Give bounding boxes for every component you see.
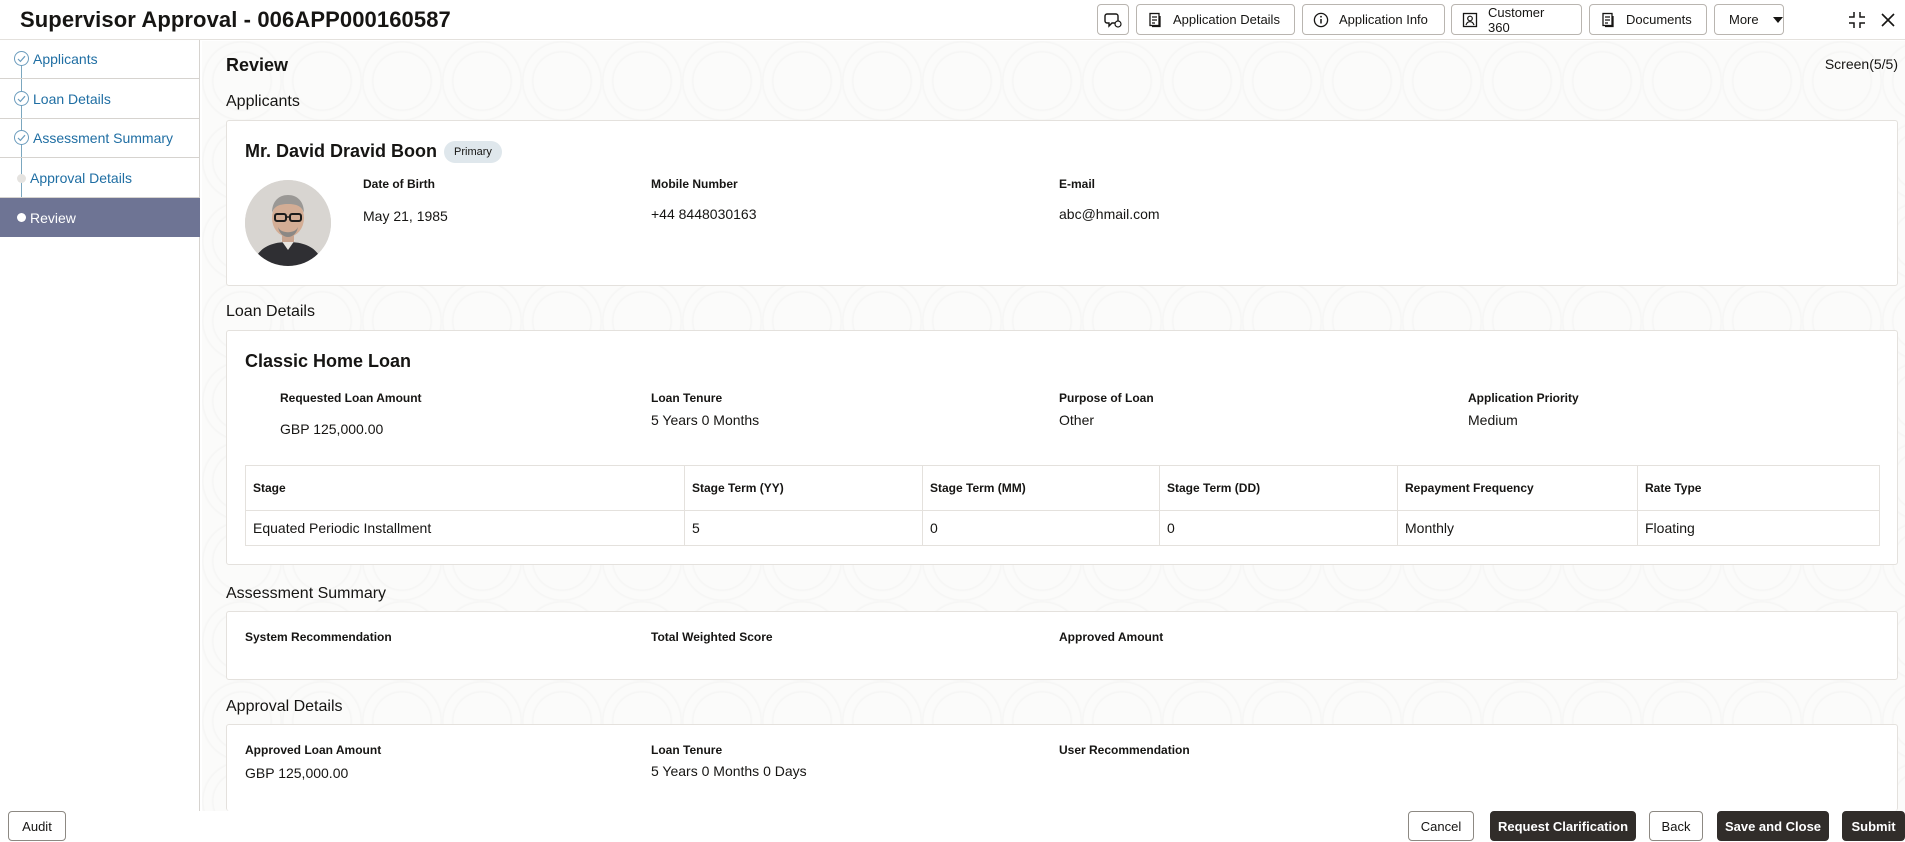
footer-bar: Audit Cancel Request Clarification Back …: [0, 811, 1905, 842]
more-dropdown[interactable]: More: [1714, 4, 1784, 35]
purpose-value: Other: [1059, 412, 1095, 428]
column-header: Repayment Frequency: [1397, 465, 1638, 511]
main-content: Review Screen(5/5) Applicants Mr. David …: [202, 41, 1905, 811]
page-header-title: Supervisor Approval - 006APP000160587: [20, 7, 451, 32]
applicant-name: Mr. David Dravid Boon: [245, 141, 438, 161]
column-header: Stage Term (DD): [1159, 465, 1398, 511]
documents-label: Documents: [1626, 12, 1692, 27]
more-label: More: [1729, 12, 1759, 27]
assessment-section-title: Assessment Summary: [226, 585, 387, 602]
priority-value: Medium: [1468, 412, 1518, 428]
email-value: abc@hmail.com: [1059, 206, 1160, 222]
chat-bubble-icon: [1104, 12, 1122, 28]
dob-value: May 21, 1985: [363, 208, 448, 224]
applicant-card: Mr. David Dravid Boon Primary Date of Bi…: [226, 120, 1898, 286]
email-label: E-mail: [1059, 177, 1096, 191]
sidebar-item-applicants[interactable]: Applicants: [0, 40, 200, 79]
sidebar-item-label: Loan Details: [33, 91, 111, 107]
approval-tenure-label: Loan Tenure: [651, 743, 723, 757]
close-button[interactable]: [1875, 7, 1901, 33]
sidebar-item-assessment-summary[interactable]: Assessment Summary: [0, 119, 200, 158]
audit-button[interactable]: Audit: [8, 811, 66, 841]
table-cell: Monthly: [1397, 510, 1638, 546]
request-clarification-button[interactable]: Request Clarification: [1490, 811, 1636, 841]
user-recommendation-label: User Recommendation: [1059, 743, 1190, 757]
approval-tenure-value: 5 Years 0 Months 0 Days: [651, 763, 807, 779]
table-cell: Floating: [1637, 510, 1880, 546]
collapse-button[interactable]: [1844, 7, 1870, 33]
pending-dot-icon: [17, 174, 26, 183]
application-info-label: Application Info: [1339, 12, 1428, 27]
table-header-row: Stage Stage Term (YY) Stage Term (MM) St…: [245, 465, 1880, 511]
sidebar-item-label: Approval Details: [30, 170, 132, 186]
train-stop-sidebar: Applicants Loan Details Assessment Summa…: [0, 40, 200, 842]
check-circle-icon: [14, 51, 29, 66]
assessment-card: System Recommendation Total Weighted Sco…: [226, 611, 1898, 680]
table-row: Equated Periodic Installment 5 0 0 Month…: [245, 510, 1880, 546]
approved-amount-label: Approved Amount: [1059, 630, 1164, 644]
purpose-label: Purpose of Loan: [1059, 391, 1154, 405]
table-cell: 0: [1159, 510, 1398, 546]
applicants-section-title: Applicants: [226, 93, 300, 110]
primary-badge: Primary: [444, 141, 502, 163]
table-cell: 5: [684, 510, 923, 546]
loan-card: Classic Home Loan Requested Loan Amount …: [226, 330, 1898, 565]
system-recommendation-label: System Recommendation: [245, 630, 392, 644]
document-icon: [1602, 12, 1614, 27]
sidebar-item-review[interactable]: Review: [0, 198, 200, 237]
requested-amount-value: GBP 125,000.00: [280, 421, 384, 437]
save-and-close-button[interactable]: Save and Close: [1717, 811, 1829, 841]
info-icon: [1313, 12, 1329, 27]
collapse-icon: [1849, 12, 1865, 28]
sidebar-item-loan-details[interactable]: Loan Details: [0, 80, 200, 119]
customer-360-label: Customer 360: [1488, 4, 1545, 35]
sidebar-item-approval-details[interactable]: Approval Details: [0, 159, 200, 198]
application-info-button[interactable]: Application Info: [1302, 4, 1445, 35]
approval-card: Approved Loan Amount GBP 125,000.00 Loan…: [226, 724, 1898, 811]
mobile-label: Mobile Number: [651, 177, 738, 191]
caret-down-icon: [1772, 16, 1783, 23]
table-cell: 0: [922, 510, 1160, 546]
total-weighted-score-label: Total Weighted Score: [651, 630, 773, 644]
column-header: Stage Term (YY): [684, 465, 923, 511]
mobile-value: +44 8448030163: [651, 206, 757, 222]
table-cell: Equated Periodic Installment: [245, 510, 685, 546]
check-circle-icon: [14, 130, 29, 145]
approved-loan-amount-value: GBP 125,000.00: [245, 765, 349, 781]
cancel-button[interactable]: Cancel: [1408, 811, 1474, 841]
column-header: Rate Type: [1637, 465, 1880, 511]
priority-label: Application Priority: [1468, 391, 1579, 405]
loan-tenure-label: Loan Tenure: [651, 391, 723, 405]
application-details-button[interactable]: Application Details: [1136, 4, 1295, 35]
sidebar-item-label: Assessment Summary: [33, 130, 174, 146]
close-icon: [1881, 13, 1895, 27]
approved-loan-amount-label: Approved Loan Amount: [245, 743, 382, 757]
dob-label: Date of Birth: [363, 177, 435, 191]
person-card-icon: [1462, 12, 1478, 27]
loan-tenure-value: 5 Years 0 Months: [651, 412, 760, 428]
screen-indicator: Screen(5/5): [1824, 56, 1898, 72]
approval-section-title: Approval Details: [226, 698, 343, 715]
page-title: Review: [226, 55, 289, 75]
avatar: [245, 180, 331, 266]
loan-product-name: Classic Home Loan: [245, 351, 412, 371]
current-dot-icon: [17, 213, 26, 222]
submit-button[interactable]: Submit: [1842, 811, 1905, 841]
back-button[interactable]: Back: [1649, 811, 1703, 841]
sidebar-item-label: Review: [30, 209, 76, 226]
documents-button[interactable]: Documents: [1589, 4, 1707, 35]
column-header: Stage Term (MM): [922, 465, 1160, 511]
stage-table: Stage Stage Term (YY) Stage Term (MM) St…: [245, 465, 1880, 546]
app-header: Supervisor Approval - 006APP000160587 Ap…: [0, 0, 1905, 40]
check-circle-icon: [14, 91, 29, 106]
loan-details-section-title: Loan Details: [226, 303, 315, 320]
requested-amount-label: Requested Loan Amount: [280, 391, 422, 405]
chat-button[interactable]: [1097, 4, 1129, 35]
document-icon: [1149, 12, 1161, 27]
application-details-label: Application Details: [1173, 12, 1280, 27]
sidebar-item-label: Applicants: [33, 51, 98, 67]
customer-360-button[interactable]: Customer 360: [1451, 4, 1582, 35]
column-header: Stage: [245, 465, 685, 511]
